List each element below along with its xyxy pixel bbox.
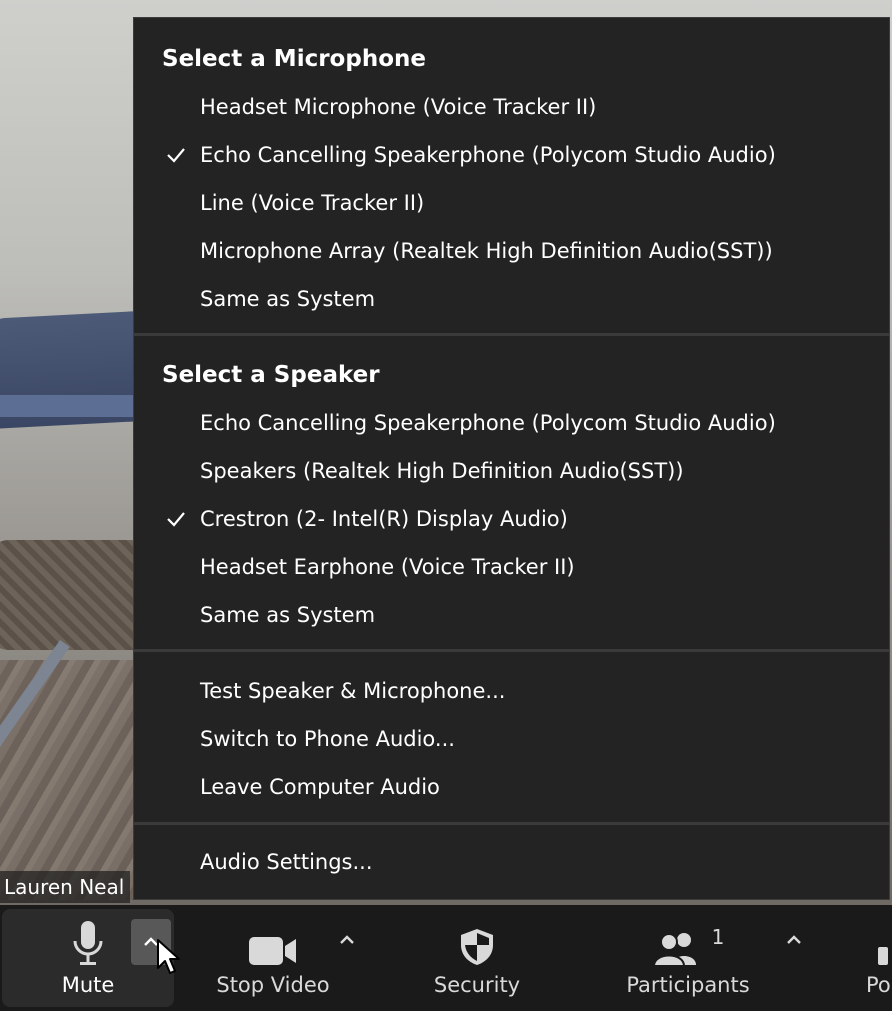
checkmark-icon	[164, 594, 188, 636]
microphone-section-title: Select a Microphone	[162, 46, 426, 72]
video-options-caret[interactable]	[334, 927, 360, 953]
checkmark-icon	[164, 134, 188, 176]
checkmark-icon	[164, 402, 188, 444]
video-chair-seat	[0, 540, 150, 650]
participants-button[interactable]: 1 Participants	[620, 905, 756, 1011]
menu-divider	[134, 649, 889, 652]
participants-label: Participants	[626, 973, 750, 997]
microphone-icon	[71, 905, 105, 967]
speaker-option-item[interactable]: Echo Cancelling Speakerphone (Polycom St…	[134, 402, 889, 444]
speaker-option-item[interactable]: Speakers (Realtek High Definition Audio(…	[134, 450, 889, 492]
audio-settings-item[interactable]: Audio Settings...	[134, 841, 889, 883]
microphone-option-item[interactable]: Microphone Array (Realtek High Definitio…	[134, 230, 889, 272]
participants-options-caret[interactable]	[781, 927, 807, 953]
menu-divider	[134, 333, 889, 336]
security-button[interactable]: Security	[420, 905, 534, 1011]
stop-video-label: Stop Video	[216, 973, 330, 997]
speaker-option-label: Echo Cancelling Speakerphone (Polycom St…	[200, 411, 776, 435]
microphone-option-label: Line (Voice Tracker II)	[200, 191, 425, 215]
shield-icon	[459, 905, 495, 967]
audio-action-label: Leave Computer Audio	[200, 775, 440, 799]
participants-count: 1	[711, 925, 725, 949]
mouse-pointer-icon	[157, 939, 180, 974]
chevron-up-icon	[340, 935, 354, 944]
mute-label: Mute	[61, 973, 115, 997]
microphone-option-item[interactable]: Headset Microphone (Voice Tracker II)	[134, 86, 889, 128]
speaker-option-item[interactable]: Crestron (2- Intel(R) Display Audio)	[134, 498, 889, 540]
checkmark-icon	[164, 278, 188, 320]
checkmark-icon	[164, 450, 188, 492]
speaker-option-label: Same as System	[200, 603, 376, 627]
menu-divider	[134, 822, 889, 825]
audio-settings-label: Audio Settings...	[200, 850, 373, 874]
audio-action-label: Test Speaker & Microphone...	[200, 679, 506, 703]
people-icon	[652, 933, 696, 967]
audio-action-item[interactable]: Test Speaker & Microphone...	[134, 670, 889, 712]
participants-icon-group: 1	[652, 905, 725, 967]
chevron-up-icon	[787, 935, 801, 944]
microphone-option-item[interactable]: Line (Voice Tracker II)	[134, 182, 889, 224]
speaker-option-item[interactable]: Headset Earphone (Voice Tracker II)	[134, 546, 889, 588]
security-label: Security	[433, 973, 521, 997]
checkmark-icon	[164, 86, 188, 128]
microphone-option-item[interactable]: Echo Cancelling Speakerphone (Polycom St…	[134, 134, 889, 176]
checkmark-icon	[164, 498, 188, 540]
microphone-option-item[interactable]: Same as System	[134, 278, 889, 320]
microphone-option-label: Echo Cancelling Speakerphone (Polycom St…	[200, 143, 776, 167]
poll-icon	[866, 905, 892, 967]
speaker-option-label: Crestron (2- Intel(R) Display Audio)	[200, 507, 568, 531]
speaker-option-label: Headset Earphone (Voice Tracker II)	[200, 555, 575, 579]
stop-video-button[interactable]: Stop Video	[208, 905, 338, 1011]
video-chair-arm	[0, 395, 150, 417]
video-camera-icon	[248, 905, 298, 967]
microphone-option-label: Microphone Array (Realtek High Definitio…	[200, 239, 773, 263]
microphone-option-label: Headset Microphone (Voice Tracker II)	[200, 95, 597, 119]
audio-options-menu: Select a Microphone Headset Microphone (…	[133, 17, 890, 900]
meeting-toolbar: Mute Stop Video Security 1 Participants …	[0, 905, 892, 1011]
checkmark-icon	[164, 182, 188, 224]
checkmark-icon	[164, 546, 188, 588]
mute-button[interactable]: Mute	[42, 905, 134, 1011]
microphone-option-label: Same as System	[200, 287, 376, 311]
speaker-option-item[interactable]: Same as System	[134, 594, 889, 636]
audio-action-item[interactable]: Switch to Phone Audio...	[134, 718, 889, 760]
overflow-toolbar-button[interactable]: Po	[866, 905, 892, 1011]
speaker-section-title: Select a Speaker	[162, 362, 380, 388]
participant-name-label: Lauren Neal	[0, 871, 131, 903]
audio-action-item[interactable]: Leave Computer Audio	[134, 766, 889, 808]
audio-action-label: Switch to Phone Audio...	[200, 727, 455, 751]
speaker-option-label: Speakers (Realtek High Definition Audio(…	[200, 459, 684, 483]
checkmark-icon	[164, 230, 188, 272]
overflow-toolbar-label: Po	[866, 973, 891, 997]
